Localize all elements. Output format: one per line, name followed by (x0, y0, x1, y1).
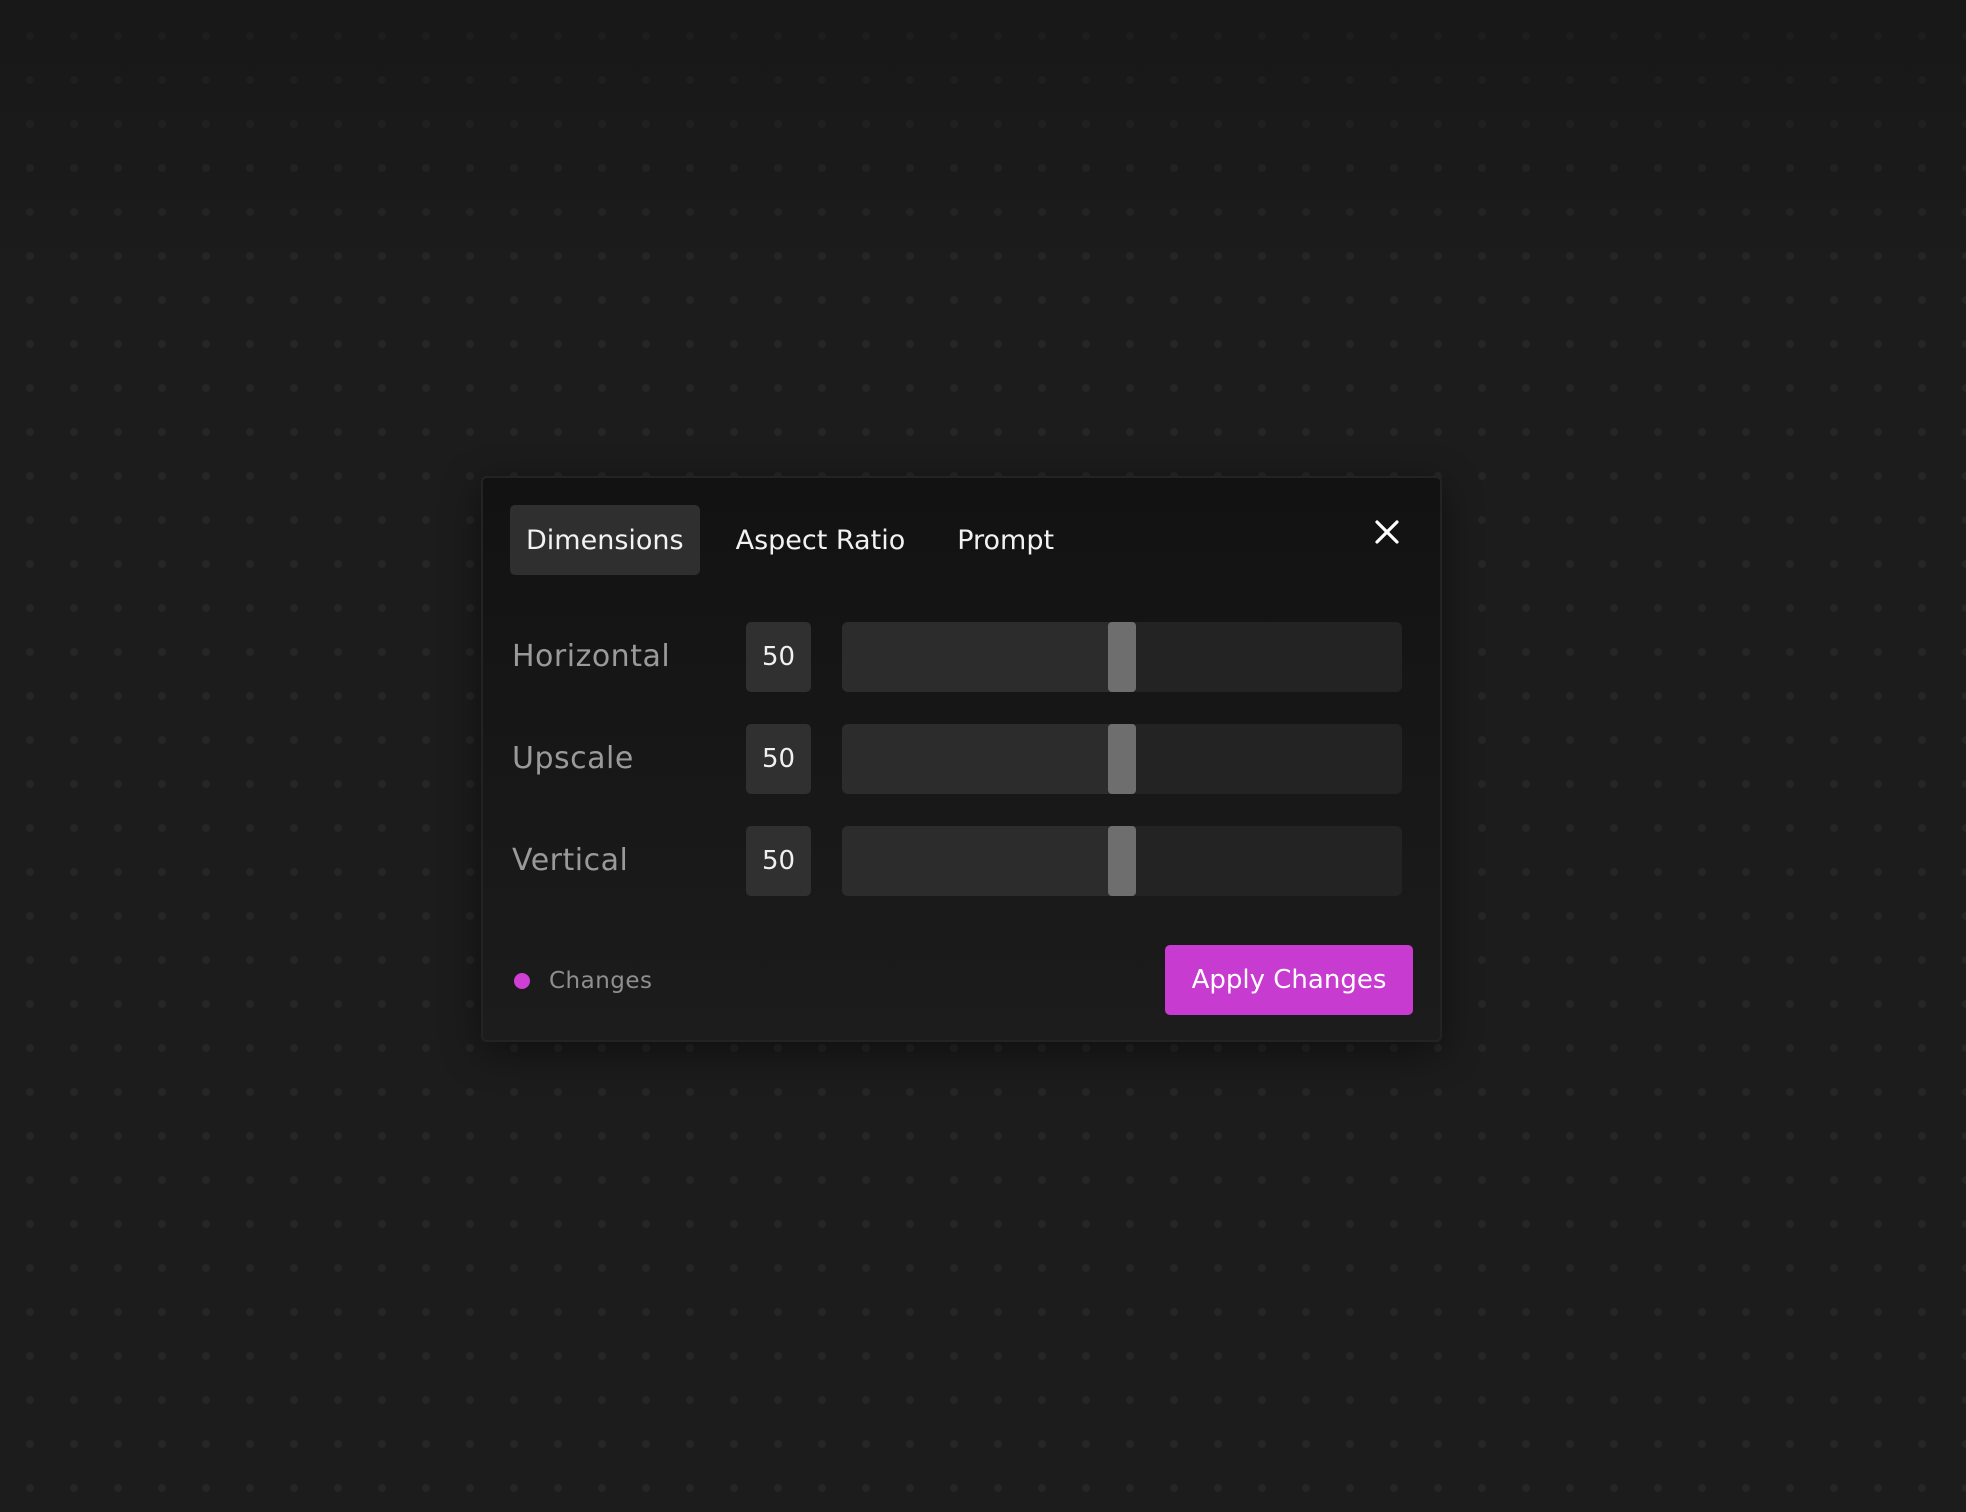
tab-bar: Dimensions Aspect Ratio Prompt (510, 505, 1090, 575)
upscale-slider-thumb[interactable] (1108, 724, 1136, 794)
upscale-label: Upscale (512, 741, 634, 776)
tab-dimensions[interactable]: Dimensions (510, 505, 700, 575)
changes-status-dot (514, 973, 530, 989)
vertical-slider[interactable] (842, 826, 1402, 896)
vertical-slider-thumb[interactable] (1108, 826, 1136, 896)
vertical-label: Vertical (512, 843, 629, 878)
upscale-slider-fill (842, 724, 1122, 794)
upscale-value-field[interactable]: 50 (746, 724, 811, 794)
horizontal-label: Horizontal (512, 639, 671, 674)
horizontal-slider[interactable] (842, 622, 1402, 692)
upscale-slider[interactable] (842, 724, 1402, 794)
vertical-slider-fill (842, 826, 1122, 896)
horizontal-slider-thumb[interactable] (1108, 622, 1136, 692)
background-shade (0, 0, 1966, 290)
close-icon (1375, 520, 1399, 544)
slider-row-horizontal: Horizontal 50 (512, 622, 1402, 692)
close-button[interactable] (1369, 514, 1405, 550)
slider-row-vertical: Vertical 50 (512, 826, 1402, 896)
horizontal-value-field[interactable]: 50 (746, 622, 811, 692)
apply-changes-button[interactable]: Apply Changes (1165, 945, 1413, 1015)
tab-aspect-ratio[interactable]: Aspect Ratio (720, 505, 922, 575)
dimensions-dialog: Dimensions Aspect Ratio Prompt Horizonta… (481, 476, 1442, 1042)
tab-prompt[interactable]: Prompt (941, 505, 1070, 575)
slider-row-upscale: Upscale 50 (512, 724, 1402, 794)
changes-status-label: Changes (549, 968, 653, 994)
vertical-value-field[interactable]: 50 (746, 826, 811, 896)
horizontal-slider-fill (842, 622, 1122, 692)
